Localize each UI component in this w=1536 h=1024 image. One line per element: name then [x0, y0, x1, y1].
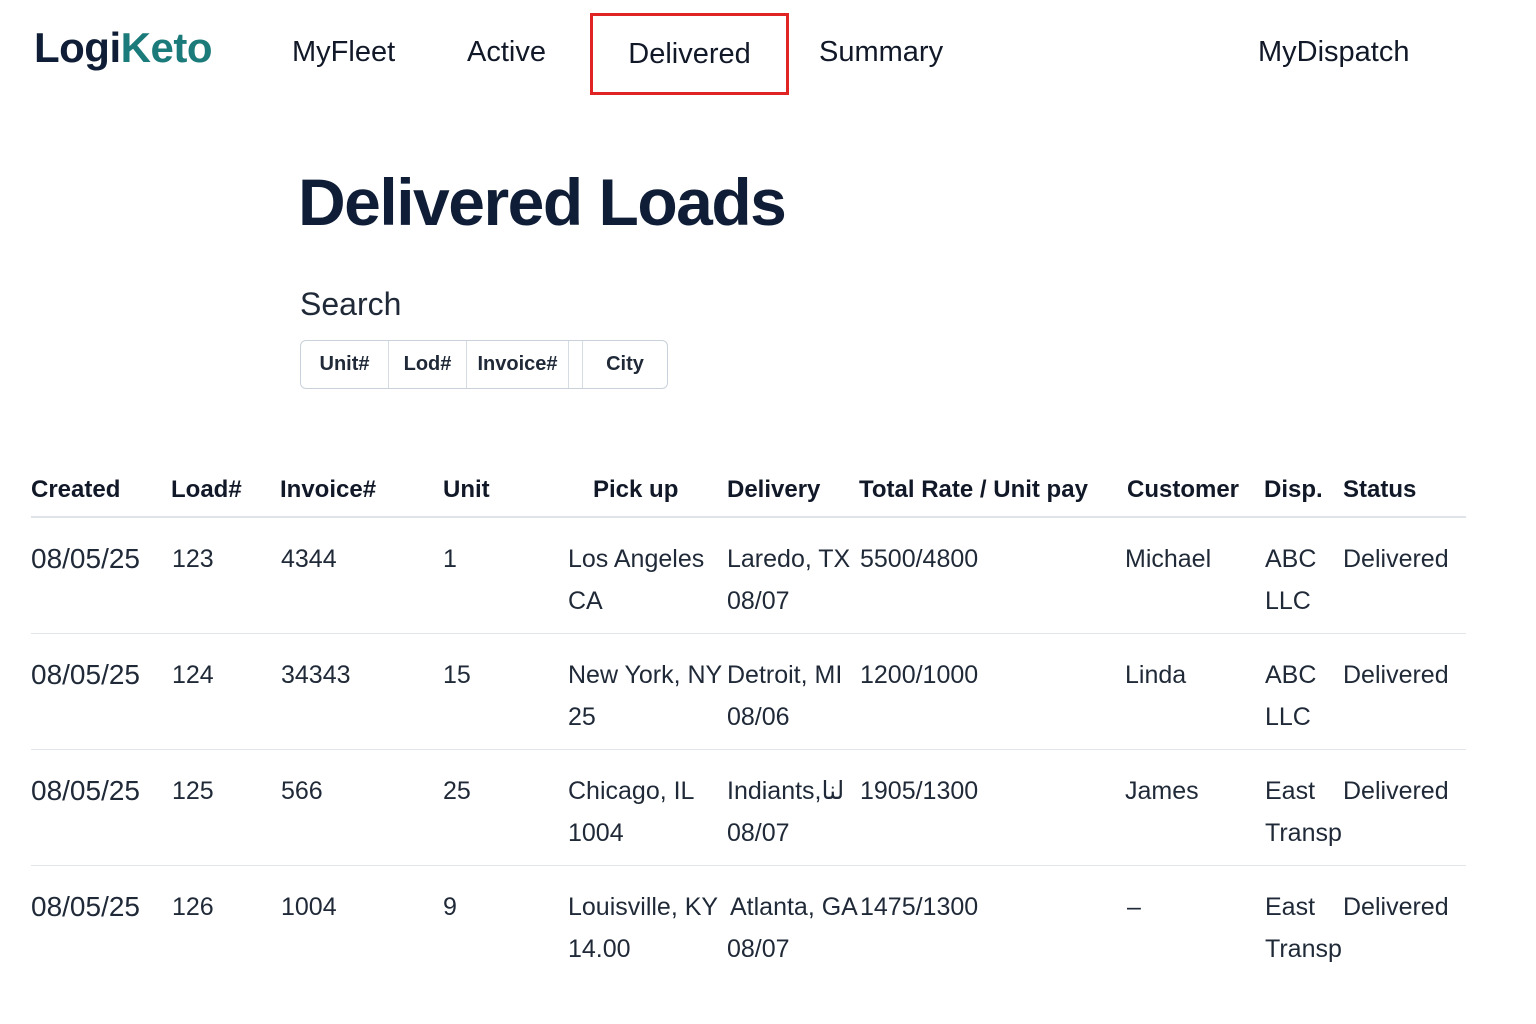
column-header-pickup[interactable]: Pick up	[593, 476, 678, 504]
pickup-detail: 14.00	[568, 935, 631, 963]
cell-status: Delivered	[1343, 893, 1449, 921]
dispatcher-line-1: East	[1265, 777, 1316, 805]
cell-invoice: 34343	[281, 661, 351, 689]
pickup-city: Chicago, IL	[568, 777, 695, 805]
cell-status: Delivered	[1343, 661, 1449, 689]
cell-unit: 25	[443, 777, 471, 805]
table-row[interactable]: 08/05/25 124 34343 15 New York, NY 25 Det…	[31, 634, 1466, 750]
dispatcher-line-1: East	[1265, 893, 1316, 921]
column-header-delivery[interactable]: Delivery	[727, 476, 820, 504]
column-header-load[interactable]: Load#	[171, 476, 242, 504]
column-header-invoice[interactable]: Invoice#	[280, 476, 376, 504]
cell-pickup: New York, NY 25	[568, 654, 722, 738]
pickup-detail: 1004	[568, 819, 624, 847]
pickup-detail: CA	[568, 587, 603, 615]
cell-status: Delivered	[1343, 777, 1449, 805]
delivery-date: 08/07	[727, 935, 790, 963]
cell-pickup: Chicago, IL 1004	[568, 770, 694, 854]
cell-rate: 1475/1300	[860, 893, 979, 921]
cell-created: 08/05/25	[31, 659, 140, 690]
delivery-date: 08/07	[727, 587, 790, 615]
cell-delivery: Laredo, TX 08/07	[727, 538, 850, 622]
cell-invoice: 1004	[281, 893, 337, 921]
cell-load: 126	[172, 893, 214, 921]
delivery-city: Laredo, TX	[727, 545, 851, 573]
dispatcher-line-1: ABC	[1265, 661, 1317, 689]
cell-status: Delivered	[1343, 545, 1449, 573]
cell-pickup: Louisville, KY 14.00	[568, 886, 718, 970]
cell-pickup: Los Angeles CA	[568, 538, 704, 622]
cell-rate: 1905/1300	[860, 777, 979, 805]
cell-unit: 15	[443, 661, 471, 689]
table-header: Created Load# Invoice# Unit Pick up Deli…	[31, 470, 1466, 518]
dispatcher-line-2: LLC	[1265, 587, 1311, 615]
table-row[interactable]: 08/05/25 123 4344 1 Los Angeles CA Laredo…	[31, 518, 1466, 634]
cell-invoice: 4344	[281, 545, 337, 573]
nav-summary[interactable]: Summary	[819, 36, 943, 69]
search-filter-city[interactable]: City	[583, 341, 667, 388]
search-divider	[569, 341, 583, 388]
nav-delivered[interactable]: Delivered	[590, 13, 789, 95]
delivery-city: Detroit, MI	[727, 661, 843, 689]
dispatcher-line-2: Transp	[1265, 819, 1341, 847]
column-header-dispatcher[interactable]: Disp.	[1264, 476, 1323, 504]
cell-rate: 1200/1000	[860, 661, 979, 689]
table-row[interactable]: 08/05/25 126 1004 9 Louisville, KY 14.00 …	[31, 866, 1466, 982]
nav-active[interactable]: Active	[467, 36, 546, 69]
delivery-city: Indiants,لنا	[727, 777, 845, 805]
delivery-date: 08/07	[727, 819, 790, 847]
column-header-rate[interactable]: Total Rate / Unit pay	[859, 476, 1088, 504]
pickup-city: New York, NY	[568, 661, 723, 689]
cell-load: 125	[172, 777, 214, 805]
column-header-customer[interactable]: Customer	[1127, 476, 1239, 504]
top-navigation-bar: LogiKeto MyFleet Active Delivered Summar…	[0, 0, 1536, 110]
column-header-created[interactable]: Created	[31, 476, 120, 504]
cell-delivery: Detroit, MI 08/06	[727, 654, 842, 738]
cell-customer: Linda	[1125, 661, 1187, 689]
cell-load: 123	[172, 545, 214, 573]
dispatcher-line-2: Transp	[1265, 935, 1341, 963]
cell-rate: 5500/4800	[860, 545, 979, 573]
cell-customer: –	[1127, 893, 1141, 921]
cell-created: 08/05/25	[31, 775, 140, 806]
logo-part-2: Keto	[120, 24, 213, 71]
column-header-status[interactable]: Status	[1343, 476, 1416, 504]
nav-myfleet[interactable]: MyFleet	[292, 36, 395, 69]
dispatcher-line-2: LLC	[1265, 703, 1311, 731]
cell-customer: Michael	[1125, 545, 1212, 573]
pickup-city: Louisville, KY	[568, 893, 719, 921]
search-filter-invoice[interactable]: Invoice#	[467, 341, 569, 388]
cell-delivery: Indiants,لنا 08/07	[727, 770, 851, 854]
pickup-city: Los Angeles	[568, 545, 705, 573]
search-label: Search	[300, 286, 402, 322]
nav-mydispatch[interactable]: MyDispatch	[1258, 36, 1410, 69]
pickup-detail: 25	[568, 703, 596, 731]
dispatcher-line-1: ABC	[1265, 545, 1317, 573]
cell-dispatcher: ABC LLC	[1265, 654, 1341, 738]
table-row[interactable]: 08/05/25 125 566 25 Chicago, IL 1004 Indi…	[31, 750, 1466, 866]
logo-part-1: Logi	[34, 24, 121, 71]
cell-created: 08/05/25	[31, 543, 140, 574]
page-title: Delivered Loads	[298, 165, 787, 239]
cell-dispatcher: ABC LLC	[1265, 538, 1341, 622]
delivery-city: Atlanta, GA	[730, 893, 858, 921]
cell-invoice: 566	[281, 777, 323, 805]
logiketo-logo[interactable]: LogiKeto	[34, 24, 212, 72]
cell-delivery: Atlanta, GA 08/07	[727, 886, 858, 970]
cell-unit: 1	[443, 545, 457, 573]
delivery-date: 08/06	[727, 703, 790, 731]
cell-created: 08/05/25	[31, 891, 140, 922]
delivered-loads-table: Created Load# Invoice# Unit Pick up Deli…	[31, 470, 1466, 982]
cell-unit: 9	[443, 893, 457, 921]
search-filter-unit[interactable]: Unit#	[301, 341, 389, 388]
search-filter-load[interactable]: Lod#	[389, 341, 467, 388]
cell-dispatcher: East Transp	[1265, 886, 1341, 970]
search-filter-group: Unit# Lod# Invoice# City	[300, 340, 668, 389]
cell-dispatcher: East Transp	[1265, 770, 1341, 854]
cell-load: 124	[172, 661, 214, 689]
nav-delivered-label: Delivered	[628, 37, 751, 70]
cell-customer: James	[1125, 777, 1199, 805]
column-header-unit[interactable]: Unit	[443, 476, 490, 504]
